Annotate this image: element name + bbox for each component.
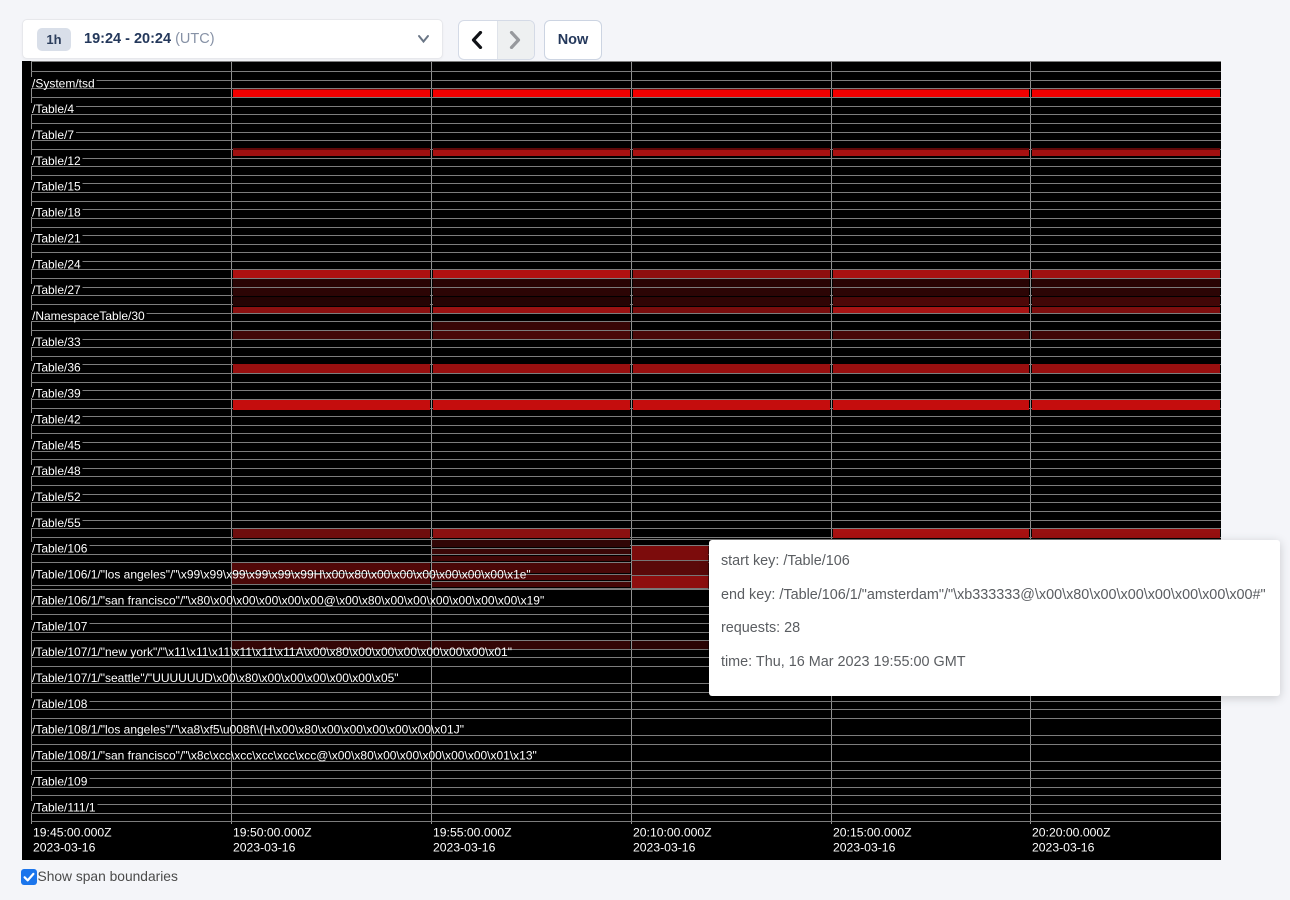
svg-text:/Table/52: /Table/52 — [32, 490, 81, 504]
svg-text:/Table/33: /Table/33 — [32, 335, 81, 349]
svg-text:/Table/106/1/"los angeles"/"\x: /Table/106/1/"los angeles"/"\x99\x99\x99… — [32, 568, 531, 582]
svg-text:/Table/55: /Table/55 — [32, 516, 81, 530]
svg-text:/Table/48: /Table/48 — [32, 464, 81, 478]
svg-text:/Table/21: /Table/21 — [32, 231, 81, 245]
svg-text:/Table/7: /Table/7 — [32, 128, 74, 142]
svg-text:/Table/4: /Table/4 — [32, 102, 74, 116]
svg-text:2023-03-16: 2023-03-16 — [233, 840, 296, 854]
svg-text:/Table/108/1/"san francisco"/": /Table/108/1/"san francisco"/"\x8c\xcc\x… — [32, 749, 537, 763]
svg-text:/Table/109: /Table/109 — [32, 774, 88, 788]
svg-text:/Table/42: /Table/42 — [32, 412, 81, 426]
svg-text:/Table/107/1/"new york"/"\x11\: /Table/107/1/"new york"/"\x11\x11\x11\x1… — [32, 645, 512, 659]
svg-text:/Table/107/1/"seattle"/"UUUUUU: /Table/107/1/"seattle"/"UUUUUUD\x00\x80\… — [32, 671, 399, 685]
svg-text:/Table/107: /Table/107 — [32, 619, 88, 633]
svg-text:2023-03-16: 2023-03-16 — [833, 840, 896, 854]
svg-text:/Table/39: /Table/39 — [32, 387, 81, 401]
svg-text:/Table/12: /Table/12 — [32, 154, 81, 168]
svg-text:20:10:00.000Z: 20:10:00.000Z — [633, 825, 712, 839]
svg-text:2023-03-16: 2023-03-16 — [633, 840, 696, 854]
svg-text:/Table/106: /Table/106 — [32, 542, 88, 556]
svg-text:/Table/108: /Table/108 — [32, 697, 88, 711]
svg-text:/Table/18: /Table/18 — [32, 206, 81, 220]
svg-text:/Table/111/1: /Table/111/1 — [32, 800, 96, 814]
svg-text:/System/tsd: /System/tsd — [32, 76, 95, 90]
svg-text:/Table/27: /Table/27 — [32, 283, 81, 297]
svg-text:/Table/45: /Table/45 — [32, 438, 81, 452]
svg-text:19:50:00.000Z: 19:50:00.000Z — [233, 825, 312, 839]
svg-text:/Table/106/1/"san francisco"/": /Table/106/1/"san francisco"/"\x80\x00\x… — [32, 593, 544, 607]
svg-text:20:15:00.000Z: 20:15:00.000Z — [833, 825, 912, 839]
svg-text:19:55:00.000Z: 19:55:00.000Z — [433, 825, 512, 839]
svg-text:19:45:00.000Z: 19:45:00.000Z — [33, 825, 112, 839]
svg-text:2023-03-16: 2023-03-16 — [33, 840, 96, 854]
svg-text:/Table/24: /Table/24 — [32, 257, 81, 271]
svg-text:/Table/108/1/"los angeles"/"\x: /Table/108/1/"los angeles"/"\xa8\xf5\u00… — [32, 723, 464, 737]
svg-text:/Table/15: /Table/15 — [32, 180, 81, 194]
svg-text:2023-03-16: 2023-03-16 — [433, 840, 496, 854]
svg-text:/Table/36: /Table/36 — [32, 361, 81, 375]
svg-text:2023-03-16: 2023-03-16 — [1032, 840, 1095, 854]
svg-text:20:20:00.000Z: 20:20:00.000Z — [1032, 825, 1111, 839]
svg-text:/NamespaceTable/30: /NamespaceTable/30 — [32, 309, 145, 323]
